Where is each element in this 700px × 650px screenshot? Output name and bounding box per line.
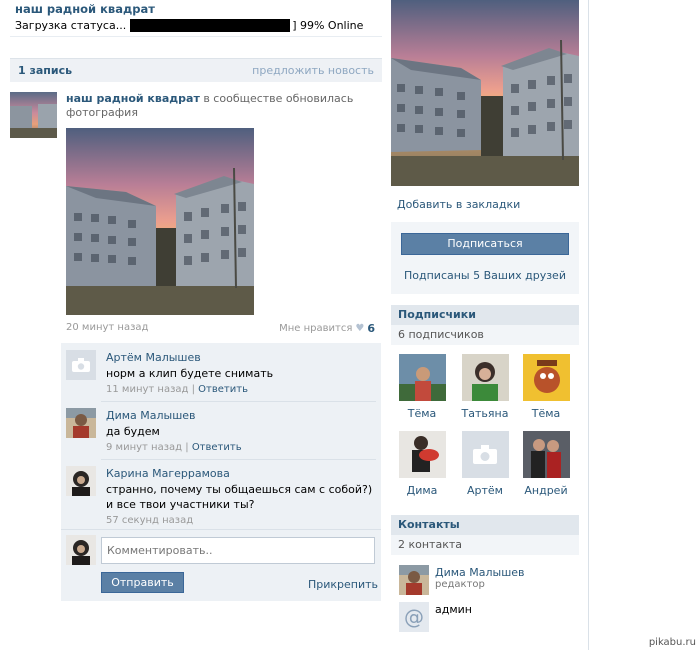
comment-time[interactable]: 57 секунд назад bbox=[106, 515, 193, 526]
comment-divider bbox=[101, 401, 376, 402]
post-photo[interactable] bbox=[66, 128, 254, 315]
group-cover-photo[interactable] bbox=[391, 0, 579, 186]
wall-header: 1 запись предложить новость bbox=[10, 58, 382, 82]
current-user-avatar bbox=[66, 535, 96, 565]
sidebar: Добавить в закладки Подписаться Подписан… bbox=[390, 0, 590, 650]
like-label: Мне нравится bbox=[279, 323, 353, 334]
status-prefix: Загрузка статуса... bbox=[15, 18, 127, 32]
camera-icon bbox=[72, 358, 90, 372]
follower-item[interactable]: Татьяна bbox=[460, 354, 510, 420]
like-button[interactable]: Мне нравится ♥ 6 bbox=[279, 322, 375, 335]
send-button[interactable]: Отправить bbox=[101, 572, 184, 593]
post-author-link[interactable]: наш радной квадрат bbox=[66, 92, 200, 105]
contacts-count[interactable]: 2 контакта bbox=[391, 535, 579, 555]
follower-name: Татьяна bbox=[461, 407, 509, 420]
like-count: 6 bbox=[367, 322, 375, 335]
comment-time[interactable]: 11 минут назад bbox=[106, 384, 188, 395]
add-bookmark-link[interactable]: Добавить в закладки bbox=[397, 198, 520, 211]
comment-meta: 9 минут назад | Ответить bbox=[106, 442, 242, 453]
comment-meta: 11 минут назад | Ответить bbox=[106, 384, 248, 395]
comment-text: да будем bbox=[106, 425, 160, 438]
follower-avatar bbox=[522, 431, 570, 478]
email-icon: @ bbox=[404, 605, 424, 629]
comment-divider bbox=[101, 459, 376, 460]
follower-name: Тёма bbox=[531, 407, 561, 420]
follower-item[interactable]: Тёма bbox=[521, 354, 571, 420]
status-progress-bar bbox=[130, 18, 291, 32]
followers-header[interactable]: Подписчики bbox=[391, 305, 579, 325]
follower-item[interactable]: Тёма bbox=[397, 354, 447, 420]
comment-input[interactable]: Комментировать.. bbox=[101, 537, 375, 564]
comment-author[interactable]: Карина Магеррамова bbox=[106, 467, 230, 480]
post-time[interactable]: 20 минут назад bbox=[66, 322, 148, 333]
contact-avatar[interactable]: @ bbox=[399, 602, 429, 632]
follower-avatar bbox=[461, 431, 509, 478]
wall-column: наш радной квадрат Загрузка статуса... ]… bbox=[0, 0, 390, 650]
comment-author[interactable]: Артём Малышев bbox=[106, 351, 201, 364]
follower-avatar bbox=[398, 354, 446, 401]
comment-avatar[interactable] bbox=[66, 466, 96, 496]
contacts-header[interactable]: Контакты bbox=[391, 515, 579, 535]
comment-text: странно, почему ты общаешься сам с собой… bbox=[106, 483, 373, 511]
column-border bbox=[588, 0, 589, 650]
group-status: Загрузка статуса... ] 99% Online bbox=[15, 17, 380, 33]
comment-divider bbox=[61, 529, 381, 530]
follower-item[interactable]: Дима bbox=[397, 431, 447, 497]
divider bbox=[10, 36, 382, 37]
follower-name: Андрей bbox=[524, 484, 568, 497]
group-title[interactable]: наш радной квадрат bbox=[15, 2, 155, 16]
subscribe-button[interactable]: Подписаться bbox=[401, 233, 569, 255]
watermark: pikabu.ru bbox=[648, 637, 696, 648]
follower-avatar bbox=[461, 354, 509, 401]
camera-icon bbox=[473, 445, 497, 464]
follower-name: Дима bbox=[406, 484, 438, 497]
follower-name: Тёма bbox=[407, 407, 437, 420]
contact-avatar[interactable] bbox=[399, 565, 429, 595]
attach-link[interactable]: Прикрепить bbox=[308, 578, 378, 591]
comment-author[interactable]: Дима Малышев bbox=[106, 409, 196, 422]
contact-name[interactable]: админ bbox=[435, 603, 472, 616]
comment-avatar[interactable] bbox=[66, 350, 96, 380]
wall-post-count[interactable]: 1 запись bbox=[18, 64, 72, 77]
contact-name[interactable]: Дима Малышев bbox=[435, 566, 525, 579]
follower-avatar bbox=[522, 354, 570, 401]
status-suffix: ] 99% Online bbox=[292, 18, 364, 32]
subscribe-box: Подписаться Подписаны 5 Ваших друзей bbox=[391, 222, 579, 294]
suggest-news-link[interactable]: предложить новость bbox=[252, 64, 374, 77]
contact-role: редактор bbox=[435, 579, 485, 590]
post-header: наш радной квадрат в сообществе обновила… bbox=[66, 92, 366, 120]
friends-subscribed-link[interactable]: Подписаны 5 Ваших друзей bbox=[391, 269, 579, 282]
reply-link[interactable]: Ответить bbox=[192, 442, 242, 453]
comment-text: норм а клип будете снимать bbox=[106, 367, 274, 380]
follower-item[interactable]: Артём bbox=[460, 431, 510, 497]
heart-icon: ♥ bbox=[355, 323, 365, 334]
followers-count[interactable]: 6 подписчиков bbox=[391, 325, 579, 345]
comment-avatar[interactable] bbox=[66, 408, 96, 438]
follower-name: Артём bbox=[467, 484, 503, 497]
comment-time[interactable]: 9 минут назад bbox=[106, 442, 182, 453]
reply-link[interactable]: Ответить bbox=[198, 384, 248, 395]
follower-item[interactable]: Андрей bbox=[521, 431, 571, 497]
follower-avatar bbox=[398, 431, 446, 478]
post-author-avatar[interactable] bbox=[10, 92, 57, 138]
